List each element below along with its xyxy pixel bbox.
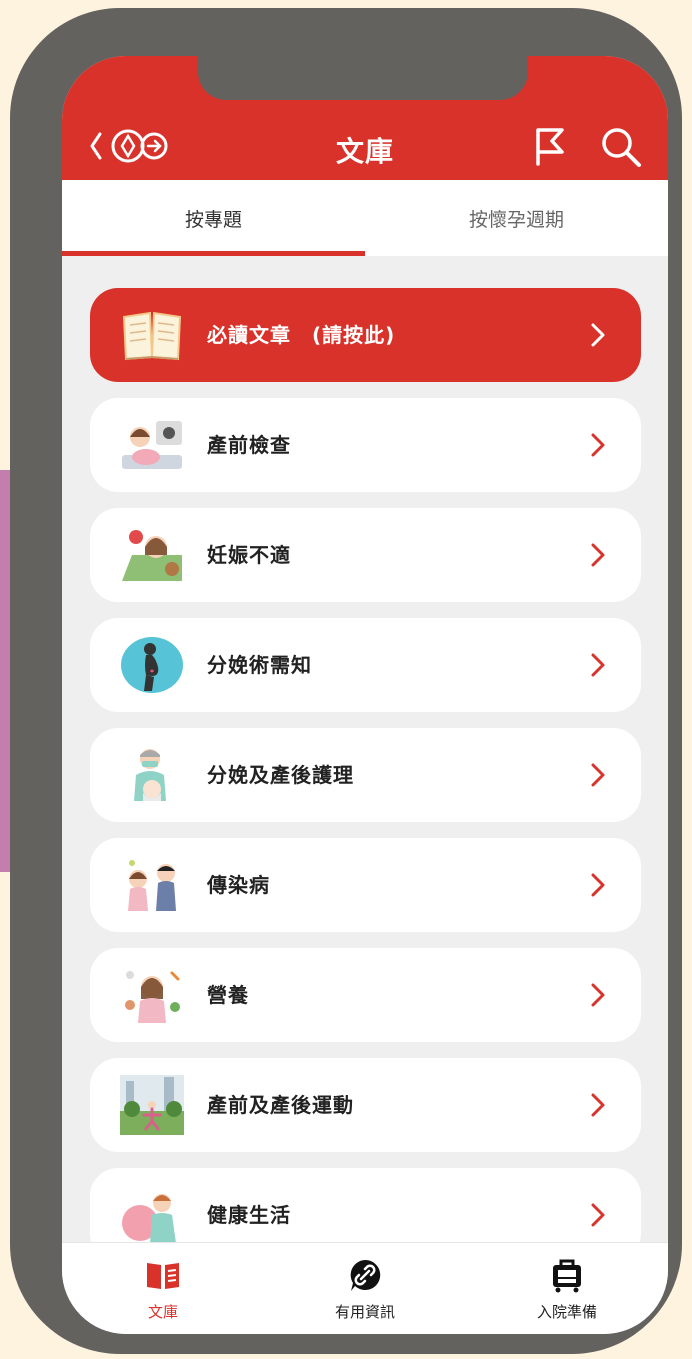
- sick-couple-illustration: [128, 860, 176, 911]
- topic-card-prenatal-check[interactable]: 產前檢查: [90, 398, 641, 492]
- chevron-right-icon: [591, 543, 605, 567]
- nav-useful-info[interactable]: 有用資訊: [264, 1243, 466, 1334]
- tab-by-topic[interactable]: 按專題: [62, 180, 365, 256]
- topic-label: 產前及產後運動: [207, 1093, 354, 1117]
- topic-card-healthy-life[interactable]: 健康生活: [90, 1168, 641, 1242]
- topic-label: 產前檢查: [207, 433, 291, 457]
- topic-card-infectious-disease[interactable]: 傳染病: [90, 838, 641, 932]
- exercise-park-illustration: [120, 1075, 184, 1135]
- chevron-right-icon: [591, 1203, 605, 1227]
- topic-label: 分娩術需知: [207, 653, 312, 677]
- topic-card-discomfort[interactable]: 妊娠不適: [90, 508, 641, 602]
- tab-bar: 按專題 按懷孕週期: [62, 180, 668, 256]
- healthy-life-illustration: [122, 1194, 176, 1242]
- chevron-right-icon: [591, 433, 605, 457]
- phone-frame: 文庫 按專題 按懷孕週期 必讀文章 (請按此) 產前檢查 妊娠不適 分娩術需知 …: [10, 8, 682, 1354]
- book-icon: [147, 1263, 179, 1289]
- bottom-nav: 文庫 有用資訊 入院準備: [62, 1242, 668, 1334]
- chevron-right-icon: [591, 323, 605, 347]
- featured-articles-card[interactable]: 必讀文章 (請按此): [90, 288, 641, 382]
- topic-label: 營養: [207, 983, 249, 1007]
- featured-articles-label: 必讀文章 (請按此): [207, 323, 396, 347]
- flag-icon[interactable]: [532, 126, 568, 166]
- doctor-baby-illustration: [134, 749, 166, 801]
- chevron-right-icon: [591, 1093, 605, 1117]
- nav-library[interactable]: 文庫: [62, 1243, 264, 1334]
- link-icon: [350, 1259, 381, 1291]
- topic-label: 分娩及產後護理: [207, 763, 354, 787]
- suitcase-icon: [553, 1259, 581, 1293]
- topic-list: 必讀文章 (請按此) 產前檢查 妊娠不適 分娩術需知 分娩及產後護理 傳染病 營…: [62, 256, 668, 1242]
- topic-card-exercise[interactable]: 產前及產後運動: [90, 1058, 641, 1152]
- nav-label: 入院準備: [536, 1303, 597, 1321]
- topic-card-nutrition[interactable]: 營養: [90, 948, 641, 1042]
- page-title: 文庫: [335, 135, 394, 168]
- chevron-right-icon: [591, 763, 605, 787]
- chevron-right-icon: [591, 873, 605, 897]
- tab-by-pregnancy-week[interactable]: 按懷孕週期: [365, 180, 668, 256]
- app-screen: 文庫 按專題 按懷孕週期 必讀文章 (請按此) 產前檢查 妊娠不適 分娩術需知 …: [62, 56, 668, 1334]
- nutrition-illustration: [125, 971, 180, 1023]
- book-icon: [122, 311, 182, 361]
- chevron-right-icon: [591, 983, 605, 1007]
- topic-label: 傳染病: [207, 873, 270, 897]
- topic-label: 健康生活: [207, 1203, 291, 1227]
- topic-card-delivery-methods[interactable]: 分娩術需知: [90, 618, 641, 712]
- nav-label: 文庫: [147, 1303, 178, 1321]
- pregnant-silhouette-illustration: [121, 637, 183, 693]
- nav-hospital-prep[interactable]: 入院準備: [466, 1243, 668, 1334]
- nav-label: 有用資訊: [334, 1303, 395, 1321]
- chevron-right-icon: [591, 653, 605, 677]
- ultrasound-illustration: [122, 421, 182, 469]
- search-icon[interactable]: [598, 124, 644, 170]
- topic-label: 妊娠不適: [207, 543, 291, 567]
- discomfort-illustration: [122, 530, 182, 581]
- phone-notch: [198, 56, 528, 100]
- topic-card-delivery-postnatal-care[interactable]: 分娩及產後護理: [90, 728, 641, 822]
